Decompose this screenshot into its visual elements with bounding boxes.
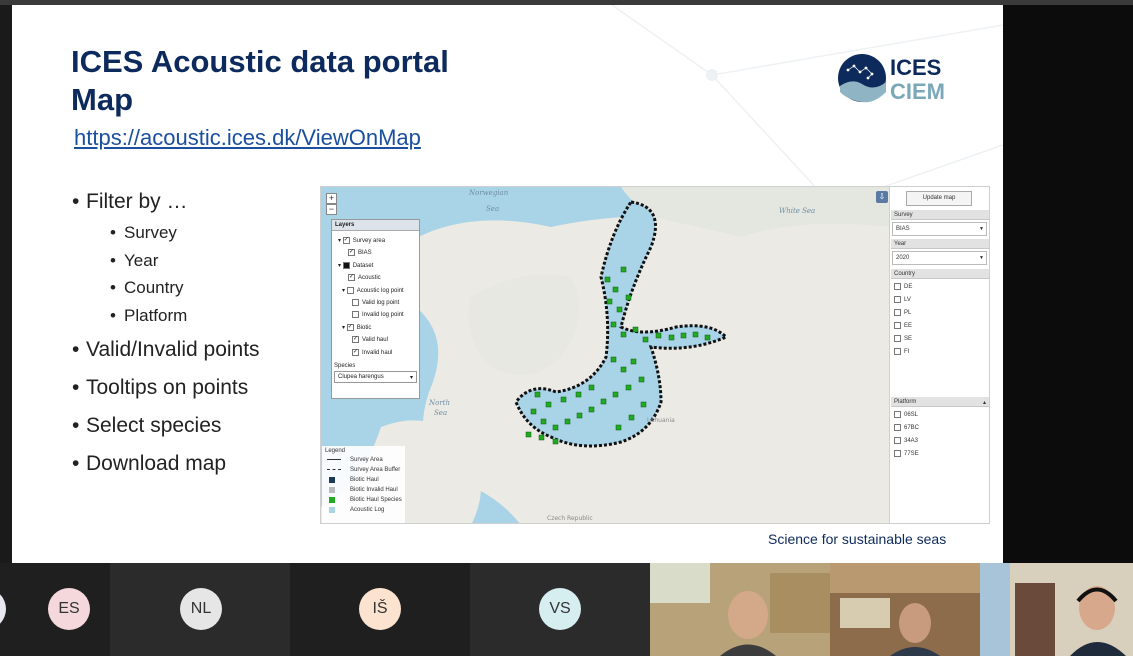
map-label: Norwegian [468,189,509,197]
sub-bullet-item: • Platform [110,306,188,325]
participant-video[interactable] [650,563,830,656]
legend-dashed-swatch [327,469,341,470]
video-feed-image [830,563,980,656]
layer-row[interactable]: ▾ Dataset [338,262,373,269]
participant-video[interactable] [980,563,1133,656]
legend-swatch [329,477,335,483]
chevron-up-icon[interactable]: ▴ [983,399,986,406]
layer-row[interactable]: ✓ Valid haul [352,336,388,343]
bullet-item: • Tooltips on points [72,376,249,399]
map-label: Sea [486,205,499,213]
layer-row[interactable]: ✓ Invalid haul [352,349,392,356]
slide-title: ICES Acoustic data portal Map [71,43,449,119]
bullet-item: • Valid/Invalid points [72,338,260,361]
download-map-icon[interactable]: ⇩ [876,191,888,203]
legend-swatch [329,487,335,493]
species-label: Species [334,363,356,369]
survey-label: Survey [891,210,989,220]
portal-link[interactable]: https://acoustic.ices.dk/ViewOnMap [74,125,421,151]
avatar: ES [48,588,90,630]
legend-item: Biotic Haul Species [350,497,402,503]
avatar: NL [180,588,222,630]
country-checkbox[interactable]: DE [894,283,912,290]
avatar [0,588,6,630]
logo-text-ciem: CIEM [890,79,945,104]
map-label: Lithuania [647,417,675,424]
platform-checkbox[interactable]: 77SE [894,450,919,457]
legend-line-swatch [327,459,341,460]
layer-row[interactable]: ✓ BIAS [348,249,372,256]
title-line-1: ICES Acoustic data portal [71,44,449,79]
country-checkbox[interactable]: FI [894,348,909,355]
layers-header: Layers [332,220,419,231]
zoom-out-button[interactable]: − [326,204,337,215]
platform-checkbox[interactable]: 34A3 [894,437,918,444]
filter-panel: Update map Survey BIAS ▼ Year 2020 ▼ Count… [889,186,990,524]
country-checkbox[interactable]: LV [894,296,911,303]
participant-strip: ES NL IŠ VS [0,563,1133,656]
slide-footer: Science for sustainable seas [768,531,947,547]
layer-row[interactable]: ✓ Acoustic [348,274,381,281]
video-feed-image [980,563,1133,656]
sub-bullet-item: • Year [110,251,159,270]
legend-item: Biotic Invalid Haul [350,487,398,493]
layer-row[interactable]: Valid log point [352,299,399,306]
chevron-down-icon: ▼ [979,255,984,261]
bullet-item: • Select species [72,414,222,437]
legend-swatch [329,497,335,503]
avatar: IŠ [359,588,401,630]
layer-row[interactable]: ▾ ✓ Biotic [342,324,371,331]
country-checkbox[interactable]: PL [894,309,911,316]
zoom-in-button[interactable]: + [326,193,337,204]
map-label: White Sea [779,207,815,215]
legend-swatch [329,507,335,513]
update-map-button[interactable]: Update map [906,191,972,206]
legend-item: Survey Area [350,457,383,463]
platform-checkbox[interactable]: 67BC [894,424,919,431]
sub-bullet-item: • Survey [110,223,177,242]
layer-row[interactable]: ▾ Acoustic log point [342,287,404,294]
participant-tile[interactable]: IŠ [290,563,470,656]
legend-item: Acoustic Log [350,507,385,513]
right-margin [1003,5,1133,563]
chevron-down-icon: ▾ [409,375,413,381]
country-label: Country [891,269,989,279]
logo-text-ices: ICES [890,55,942,80]
sub-bullet-item: • Country [110,278,184,297]
map-label: Sea [434,409,447,417]
legend-item: Biotic Haul [350,477,379,483]
participant-tile[interactable]: ES [0,563,110,656]
avatar: VS [539,588,581,630]
map-legend: Legend Survey Area Survey Area Buffer Bi… [322,446,405,523]
legend-item: Survey Area Buffer [350,467,401,473]
bullet-item: • Download map [72,452,227,475]
country-checkbox[interactable]: SE [894,335,912,342]
year-select[interactable]: 2020 ▼ [892,251,987,265]
country-checkbox[interactable]: EE [894,322,912,329]
platform-checkbox[interactable]: 06SL [894,411,918,418]
layer-row[interactable]: ▾ ✓ Survey area [338,237,385,244]
layer-row[interactable]: Invalid log point [352,311,404,318]
legend-title: Legend [325,448,346,454]
map-view[interactable]: Norwegian Sea White Sea North Sea Lithua… [320,186,891,524]
video-feed-image [650,563,830,656]
map-label: Czech Republic [547,515,593,522]
participant-tile[interactable]: NL [110,563,290,656]
presentation-slide: ICES Acoustic data portal Map https://ac… [12,5,1003,563]
participant-video[interactable] [830,563,980,656]
species-select[interactable]: Clupea harengus ▾ [334,371,417,383]
bullet-item: • Filter by … [72,190,188,213]
map-label: North [428,399,450,407]
left-margin [0,5,12,563]
participant-tile[interactable]: VS [470,563,650,656]
platform-label: Platform ▴ [891,397,989,407]
title-line-2: Map [71,82,133,117]
chevron-down-icon: ▼ [979,226,984,232]
layers-panel: Layers ▾ ✓ Survey area ✓ BIAS ▾ Dataset ✓ A… [331,219,420,399]
year-label: Year [891,239,989,249]
survey-select[interactable]: BIAS ▼ [892,222,987,236]
